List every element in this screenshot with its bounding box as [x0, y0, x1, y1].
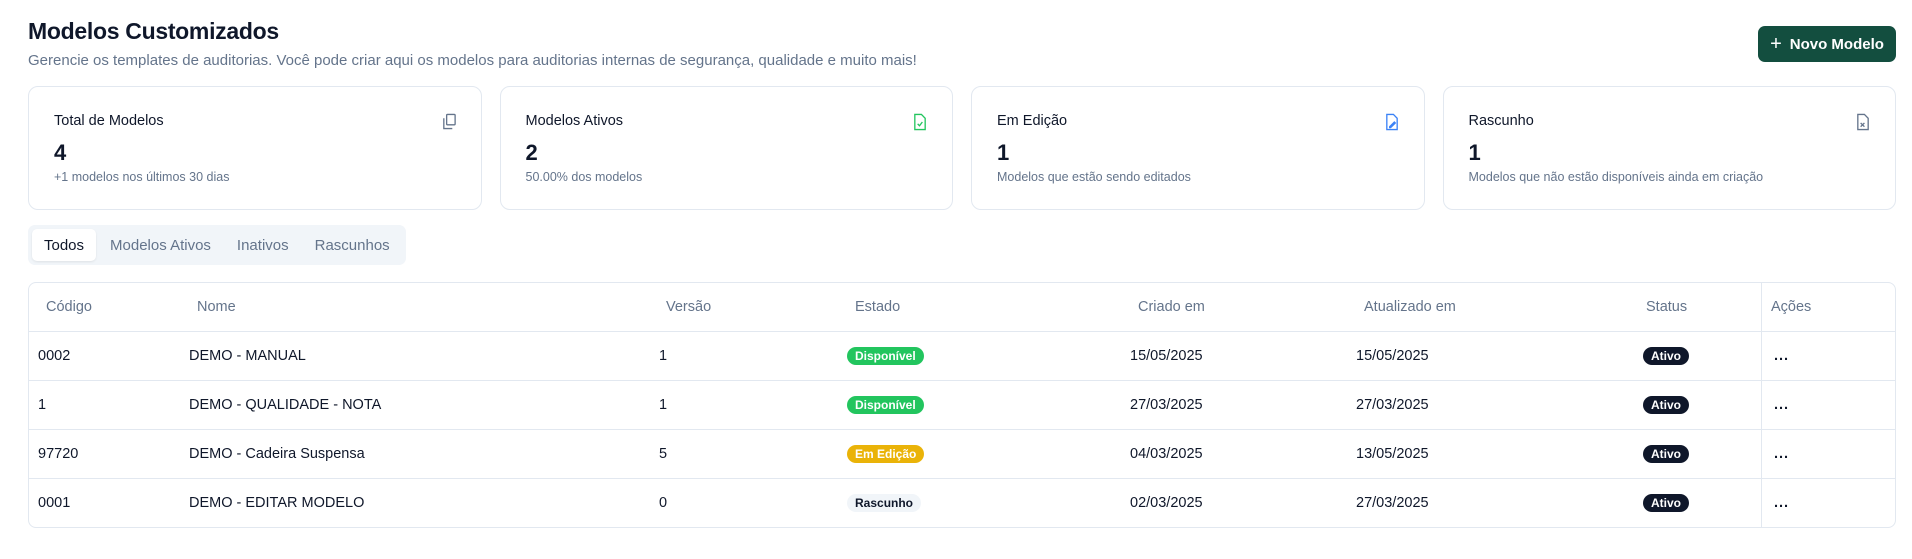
- file-check-icon: [914, 113, 926, 131]
- cell-criado: 02/03/2025: [1130, 495, 1203, 511]
- new-model-label: Novo Modelo: [1789, 35, 1884, 53]
- file-x-icon: [1857, 113, 1869, 131]
- cell-versao: 1: [659, 348, 668, 364]
- cell-versao: 1: [659, 397, 668, 413]
- card-value: 4: [54, 140, 67, 165]
- cell-atualizado: 15/05/2025: [1356, 348, 1429, 364]
- card-subtext: Modelos que não estão disponíveis ainda …: [1468, 170, 1764, 184]
- stat-card: Total de Modelos 4 +1 modelos nos último…: [28, 86, 482, 210]
- status-badge: Ativo: [1643, 445, 1689, 463]
- cell-nome: DEMO - EDITAR MODELO: [189, 495, 365, 511]
- table-row[interactable]: 97720 DEMO - Cadeira Suspensa 5 Em Edição 04…: [29, 429, 1895, 478]
- models-table: Código Nome Versão Estado Criado em Atualizad…: [28, 282, 1896, 528]
- cell-nome: DEMO - MANUAL: [189, 348, 306, 364]
- stat-card: Rascunho 1 Modelos que não estão disponí…: [1442, 86, 1896, 210]
- more-actions-icon[interactable]: ...: [1774, 397, 1789, 413]
- cell-codigo: 0001: [38, 495, 71, 511]
- stat-card: Em Edição 1 Modelos que estão sendo edit…: [971, 86, 1425, 210]
- status-badge: Ativo: [1643, 347, 1689, 365]
- cell-criado: 15/05/2025: [1130, 348, 1203, 364]
- estado-badge: Rascunho: [847, 494, 922, 512]
- copy-icon: [442, 113, 456, 130]
- cell-atualizado: 13/05/2025: [1356, 446, 1429, 462]
- card-value: 2: [525, 140, 538, 165]
- card-label: Rascunho: [1468, 113, 1534, 129]
- filter-tabs: Todos Modelos Ativos Inativos Rascunhos: [28, 225, 406, 265]
- cell-criado: 04/03/2025: [1130, 446, 1203, 462]
- column-header: Versão: [666, 299, 712, 315]
- more-actions-icon[interactable]: ...: [1774, 495, 1789, 511]
- table-row[interactable]: 0002 DEMO - MANUAL 1 Disponível 15/05/2025 15…: [29, 331, 1895, 380]
- status-badge: Ativo: [1643, 494, 1689, 512]
- card-subtext: +1 modelos nos últimos 30 dias: [54, 170, 230, 184]
- card-label: Modelos Ativos: [525, 113, 624, 129]
- more-actions-icon[interactable]: ...: [1774, 348, 1789, 364]
- plus-icon: +: [1770, 32, 1782, 55]
- estado-badge: Disponível: [847, 347, 924, 365]
- column-header: Criado em: [1138, 299, 1205, 315]
- cell-versao: 5: [659, 446, 668, 462]
- cell-criado: 27/03/2025: [1130, 397, 1203, 413]
- cell-nome: DEMO - QUALIDADE - NOTA: [189, 397, 382, 413]
- stat-card: Modelos Ativos 2 50.00% dos modelos: [499, 86, 953, 210]
- tab-inativos[interactable]: Inativos: [225, 229, 301, 261]
- card-value: 1: [1468, 140, 1481, 165]
- table-row[interactable]: 1 DEMO - QUALIDADE - NOTA 1 Disponível 27/03…: [29, 380, 1895, 429]
- tab-todos[interactable]: Todos: [32, 229, 97, 261]
- stats-cards: Total de Modelos 4 +1 modelos nos último…: [28, 86, 1896, 210]
- card-subtext: 50.00% dos modelos: [525, 170, 643, 184]
- cell-atualizado: 27/03/2025: [1356, 495, 1429, 511]
- tab-modelos-ativos[interactable]: Modelos Ativos: [98, 229, 223, 261]
- column-header: Estado: [855, 299, 901, 315]
- card-label: Total de Modelos: [54, 113, 164, 129]
- tab-rascunhos[interactable]: Rascunhos: [303, 229, 402, 261]
- column-header: Nome: [197, 299, 236, 315]
- card-subtext: Modelos que estão sendo editados: [997, 170, 1191, 184]
- cell-nome: DEMO - Cadeira Suspensa: [189, 446, 365, 462]
- more-actions-icon[interactable]: ...: [1774, 446, 1789, 462]
- new-model-button[interactable]: + Novo Modelo: [1758, 26, 1896, 62]
- column-header: Atualizado em: [1364, 299, 1456, 315]
- column-header: Ações: [1771, 299, 1812, 315]
- cell-codigo: 1: [38, 397, 47, 413]
- card-label: Em Edição: [997, 113, 1068, 129]
- cell-codigo: 0002: [38, 348, 71, 364]
- file-edit-icon: [1385, 113, 1398, 131]
- cell-codigo: 97720: [38, 446, 79, 462]
- table-header: Código Nome Versão Estado Criado em Atualizad…: [29, 283, 1895, 331]
- column-header: Código: [46, 299, 92, 315]
- card-value: 1: [997, 140, 1010, 165]
- cell-atualizado: 27/03/2025: [1356, 397, 1429, 413]
- estado-badge: Em Edição: [847, 445, 925, 463]
- estado-badge: Disponível: [847, 396, 924, 414]
- cell-versao: 0: [659, 495, 668, 511]
- column-header: Status: [1646, 299, 1688, 315]
- page-subtitle: Gerencie os templates de auditorias. Voc…: [28, 52, 917, 69]
- page-title: Modelos Customizados: [28, 18, 279, 44]
- status-badge: Ativo: [1643, 396, 1689, 414]
- table-row[interactable]: 0001 DEMO - EDITAR MODELO 0 Rascunho 02/03/2…: [29, 478, 1895, 527]
